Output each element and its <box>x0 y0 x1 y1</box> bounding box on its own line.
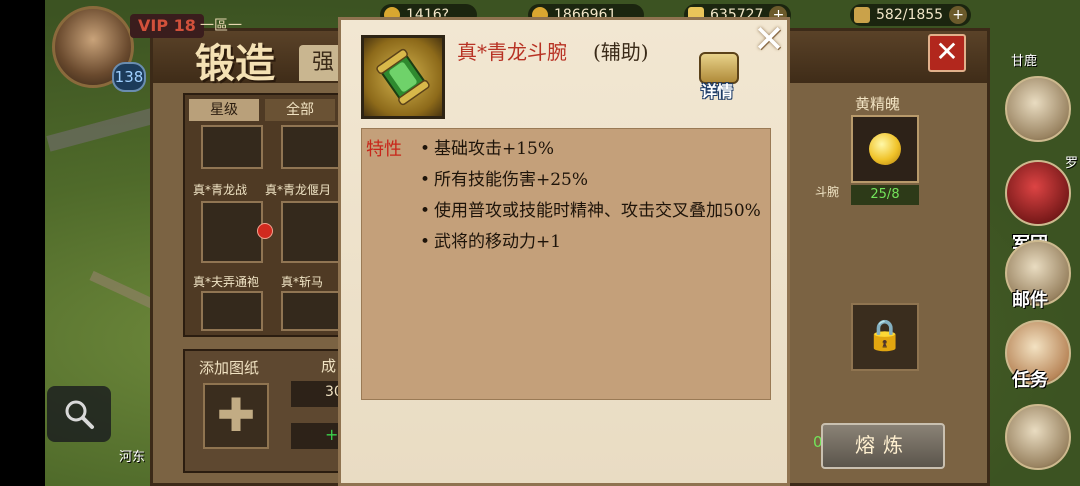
filter-star[interactable]: 星级 <box>189 99 259 121</box>
forge-close-button[interactable]: ✕ <box>928 34 966 72</box>
player-level-badge: 138 <box>112 62 146 92</box>
map-label-hedong: 河东 <box>119 450 146 465</box>
soul-slot[interactable] <box>851 115 919 183</box>
soul-count: 25/8 <box>851 185 919 205</box>
item-label: 真*青龙战 <box>193 183 248 197</box>
item-slot[interactable] <box>281 201 343 263</box>
trait-list: 基础攻击+15% 所有技能伤害+25% 使用普攻或技能时精神、攻击交叉叠加50%… <box>420 135 761 259</box>
item-label: 真*斩马 <box>281 275 324 289</box>
details-button[interactable]: 详情 <box>693 52 741 104</box>
item-detail-modal: 真*青龙斗腕 (辅助) 详情 ✕ 特性 基础攻击+15% 所有技能伤害+25% … <box>338 17 790 486</box>
map-label-luo: 罗 <box>1065 156 1079 171</box>
forge-title: 锻造 <box>195 40 275 87</box>
trait-item: 基础攻击+15% <box>420 135 761 166</box>
modal-close-button[interactable]: ✕ <box>751 20 787 58</box>
cost-field: 30 <box>291 381 343 407</box>
resource-food: 582/1855 + <box>850 4 972 26</box>
smelt-column: 黄精魄 25/8 斗腕 🔒 0 熔炼 <box>813 93 963 473</box>
bonus-field: + <box>291 423 341 449</box>
item-label: 真*夫弄通袍 <box>193 275 260 289</box>
details-label: 详情 <box>700 82 733 101</box>
plus-icon: + <box>325 425 339 444</box>
add-blueprint-label: 添加图纸 <box>199 359 260 377</box>
trait-item: 使用普攻或技能时精神、攻击交叉叠加50% <box>420 197 761 228</box>
item-slot[interactable] <box>281 125 343 169</box>
success-label: 成 <box>321 357 337 375</box>
server-name: 一區一 <box>200 18 242 34</box>
map-label-ganlu: 甘鹿 <box>1011 54 1038 69</box>
grain-icon <box>854 7 870 23</box>
item-slot[interactable] <box>201 201 263 263</box>
add-blueprint-slot[interactable]: ✚ <box>203 383 269 449</box>
game-screen: 河东 甘鹿 罗 1416? 1866961 635727 + 582/1855 … <box>0 0 1080 486</box>
search-icon <box>65 400 94 429</box>
vip-badge[interactable]: VIP 18 <box>130 14 204 38</box>
soul-orb-icon <box>869 133 901 165</box>
smelt-button[interactable]: 熔炼 <box>821 423 945 469</box>
bracer-graphic <box>376 48 430 106</box>
map-search-button[interactable] <box>47 386 111 442</box>
soul-label: 黄精魄 <box>855 95 901 113</box>
item-slot[interactable] <box>201 291 263 331</box>
filter-all[interactable]: 全部 <box>265 99 335 121</box>
item-label: 真*青龙偃月 <box>265 183 332 197</box>
bracer-icon <box>361 35 445 119</box>
side-book-button-2[interactable] <box>1005 404 1071 470</box>
trait-item: 武将的移动力+1 <box>420 228 761 259</box>
item-slot[interactable] <box>281 291 343 331</box>
notification-dot <box>257 223 273 239</box>
lock-icon[interactable]: 🔒 <box>851 303 919 371</box>
side-book-button[interactable] <box>1005 76 1071 142</box>
side-mail-label: 邮件 <box>1012 290 1048 311</box>
item-category: (辅助) <box>593 40 649 64</box>
item-slot[interactable] <box>201 125 263 169</box>
partial-label: 斗腕 <box>815 185 840 199</box>
traits-panel: 特性 基础攻击+15% 所有技能伤害+25% 使用普攻或技能时精神、攻击交叉叠加… <box>361 128 771 400</box>
resource-value: 582/1855 <box>876 7 944 23</box>
traits-label: 特性 <box>366 139 402 160</box>
equipment-list: 星级 全部 真*青龙战 真*青龙偃月 真*夫弄通袍 真*斩马 <box>183 93 347 337</box>
trait-item: 所有技能伤害+25% <box>420 166 761 197</box>
item-name: 真*青龙斗腕 <box>457 40 567 64</box>
side-legion-button[interactable] <box>1005 160 1071 226</box>
add-food-button[interactable]: + <box>949 6 968 24</box>
side-quest-label: 任务 <box>1012 370 1048 391</box>
